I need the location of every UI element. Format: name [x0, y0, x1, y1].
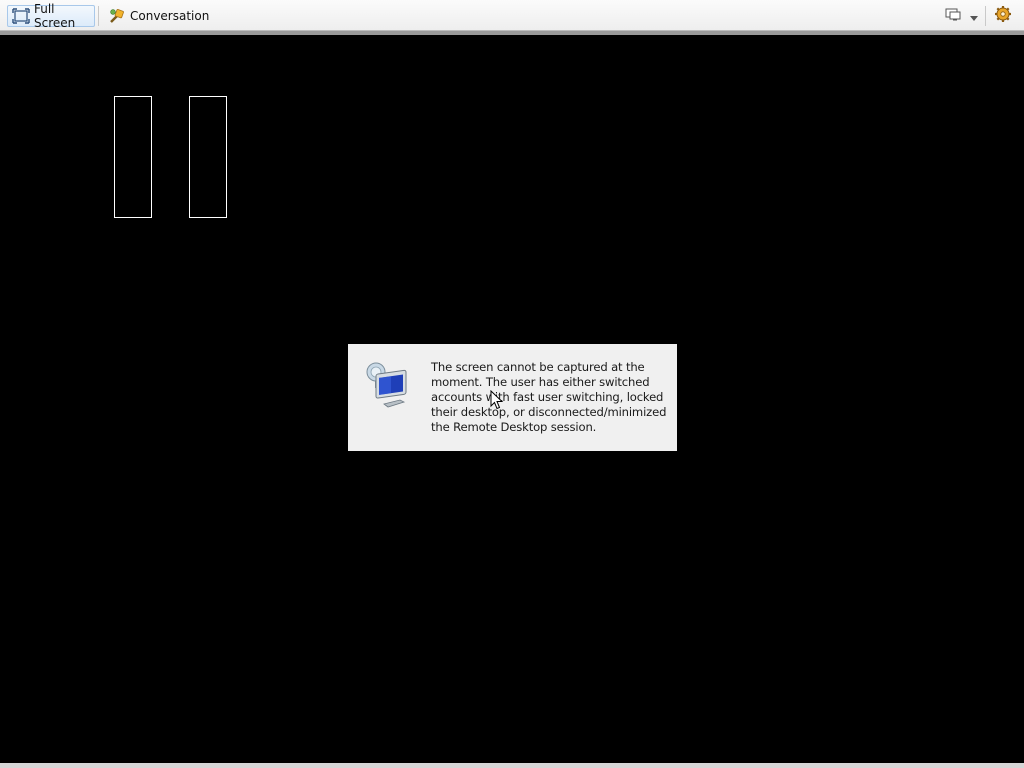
chevron-down-icon	[969, 7, 979, 26]
full-screen-button[interactable]: Full Screen	[7, 2, 95, 30]
notice-message: The screen cannot be captured at the mom…	[431, 360, 667, 434]
placeholder-rectangle	[114, 96, 152, 218]
toolbar-divider-right	[985, 6, 986, 26]
toolbar: Full Screen Conversation	[0, 0, 1024, 31]
gear-icon	[993, 5, 1013, 27]
display-switch-button[interactable]	[942, 5, 964, 27]
remote-screen-area[interactable]: The screen cannot be captured at the mom…	[0, 35, 1024, 763]
capture-unavailable-notice: The screen cannot be captured at the mom…	[348, 344, 677, 451]
conversation-label: Conversation	[130, 9, 210, 23]
settings-button[interactable]	[991, 5, 1015, 27]
full-screen-label: Full Screen	[34, 2, 76, 30]
conversation-icon	[108, 8, 126, 24]
remote-desktop-monitor-icon	[364, 358, 412, 410]
display-dropdown-button[interactable]	[967, 5, 981, 27]
fullscreen-icon	[12, 8, 30, 24]
mouse-cursor-icon	[490, 389, 504, 410]
toolbar-divider	[98, 6, 99, 26]
placeholder-rectangle	[189, 96, 227, 218]
conversation-button[interactable]: Conversation	[104, 5, 209, 27]
monitor-icon	[944, 6, 962, 26]
bottom-border	[0, 763, 1024, 768]
